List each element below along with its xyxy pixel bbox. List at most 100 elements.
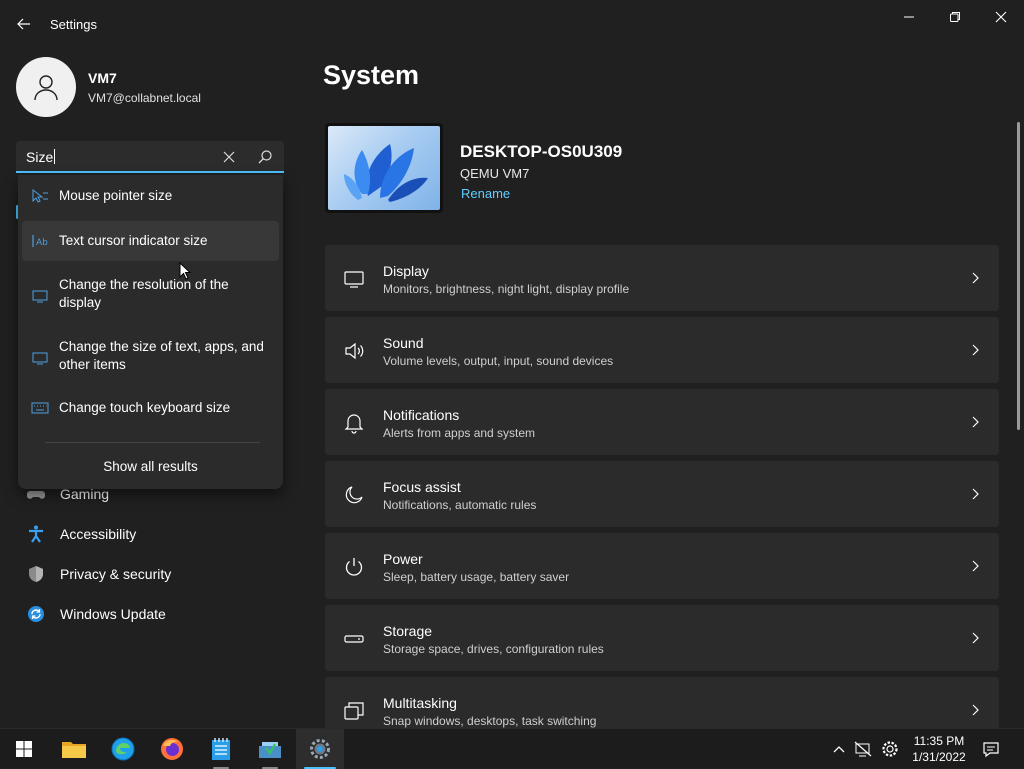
clear-icon[interactable] — [221, 149, 237, 165]
user-profile[interactable]: VM7 VM7@collabnet.local — [16, 57, 201, 117]
show-all-results-link[interactable]: Show all results — [18, 459, 283, 474]
sidebar-item-accessibility[interactable]: Accessibility — [26, 522, 136, 546]
chevron-right-icon — [969, 271, 981, 285]
suggestion-text-cursor-size[interactable]: Ab Text cursor indicator size — [22, 221, 279, 261]
bell-icon — [343, 412, 365, 434]
taskbar-clock[interactable]: 11:35 PM 1/31/2022 — [905, 733, 973, 765]
settings-icon — [310, 739, 330, 759]
card-multitasking[interactable]: Multitasking Snap windows, desktops, tas… — [325, 677, 999, 728]
clock-date: 1/31/2022 — [912, 750, 966, 764]
speaker-icon — [343, 340, 365, 362]
title-bar: Settings — [0, 0, 1024, 48]
shield-icon — [26, 564, 46, 584]
card-title: Sound — [383, 335, 424, 351]
card-notifications[interactable]: Notifications Alerts from apps and syste… — [325, 389, 999, 455]
chevron-right-icon — [969, 559, 981, 573]
windows-update-icon — [26, 604, 46, 624]
card-title: Focus assist — [383, 479, 461, 495]
chevron-right-icon — [969, 343, 981, 357]
firefox-icon — [161, 738, 183, 760]
page-title: System — [323, 60, 420, 90]
back-arrow-icon[interactable] — [14, 14, 34, 34]
restore-button[interactable] — [932, 6, 978, 28]
card-subtitle: Notifications, automatic rules — [383, 498, 537, 512]
gear-icon[interactable] — [880, 739, 900, 759]
profile-name: VM7 — [88, 69, 117, 86]
settings-taskbar-button[interactable] — [296, 729, 344, 769]
chevron-right-icon — [969, 631, 981, 645]
file-explorer-icon — [62, 742, 86, 758]
keyboard-icon — [31, 401, 49, 415]
search-input[interactable]: Size — [16, 141, 284, 173]
app-title: Settings — [50, 17, 97, 32]
card-title: Storage — [383, 623, 433, 639]
chevron-right-icon — [969, 415, 981, 429]
sidebar-item-label: Windows Update — [60, 606, 166, 622]
suggestion-divider — [45, 442, 260, 443]
sidebar-item-windows-update[interactable]: Windows Update — [26, 602, 166, 626]
text-cursor-icon: Ab — [31, 234, 49, 248]
suggestion-label: Change the resolution of the display — [59, 277, 229, 310]
edge-button[interactable] — [99, 729, 147, 769]
settings-window: Settings VM7 VM7@collabnet.local Size Mo… — [0, 0, 1024, 728]
edge-icon — [111, 737, 135, 761]
suggestion-touch-keyboard-size[interactable]: Change touch keyboard size — [22, 389, 279, 427]
installer-button[interactable] — [246, 729, 294, 769]
card-focus-assist[interactable]: Focus assist Notifications, automatic ru… — [325, 461, 999, 527]
network-disconnected-icon[interactable] — [853, 739, 873, 759]
person-icon — [34, 75, 58, 101]
suggestion-label: Text cursor indicator size — [59, 233, 208, 248]
firefox-button[interactable] — [148, 729, 196, 769]
display-icon — [343, 268, 365, 290]
card-subtitle: Monitors, brightness, night light, displ… — [383, 282, 630, 296]
suggestion-label: Change touch keyboard size — [59, 400, 231, 415]
notepad-button[interactable] — [197, 729, 245, 769]
notification-center-icon[interactable] — [981, 739, 1001, 759]
chevron-right-icon — [969, 703, 981, 717]
rename-link[interactable]: Rename — [461, 186, 510, 201]
display-icon — [31, 351, 49, 365]
windows-bloom-wallpaper — [328, 126, 440, 210]
show-hidden-icons-chevron-up-icon[interactable] — [829, 739, 849, 759]
start-icon — [16, 741, 32, 757]
search-input-value: Size — [26, 149, 54, 165]
sidebar-item-label: Accessibility — [60, 526, 137, 542]
clock-time: 11:35 PM — [913, 734, 965, 748]
sidebar-item-label: Privacy & security — [60, 566, 172, 582]
mouse-pointer-icon — [31, 188, 49, 203]
suggestion-display-resolution[interactable]: Change the resolution of the display — [22, 265, 279, 321]
avatar — [16, 57, 76, 117]
multitasking-icon — [343, 700, 365, 722]
card-title: Display — [383, 263, 429, 279]
card-title: Notifications — [383, 407, 460, 423]
card-subtitle: Sleep, battery usage, battery saver — [383, 570, 570, 584]
display-icon — [31, 289, 49, 303]
sidebar-item-privacy-security[interactable]: Privacy & security — [26, 562, 171, 586]
notepad-icon — [212, 738, 230, 760]
suggestion-text-apps-size[interactable]: Change the size of text, apps, and other… — [22, 327, 279, 383]
device-thumbnail — [325, 123, 443, 213]
moon-icon — [343, 484, 365, 506]
card-storage[interactable]: Storage Storage space, drives, configura… — [325, 605, 999, 671]
search-icon[interactable] — [256, 148, 274, 166]
suggestion-mouse-pointer-size[interactable]: Mouse pointer size — [22, 177, 279, 215]
mouse-cursor-icon — [179, 261, 192, 285]
card-title: Multitasking — [383, 695, 457, 711]
start-button[interactable] — [0, 729, 48, 769]
card-power[interactable]: Power Sleep, battery usage, battery save… — [325, 533, 999, 599]
card-subtitle: Alerts from apps and system — [383, 426, 536, 440]
taskbar: 11:35 PM 1/31/2022 — [0, 728, 1024, 769]
card-subtitle: Volume levels, output, input, sound devi… — [383, 354, 614, 368]
device-model: QEMU VM7 — [460, 166, 530, 181]
minimize-button[interactable] — [886, 6, 932, 28]
scrollbar[interactable] — [1017, 122, 1020, 430]
suggestion-label: Change the size of text, apps, and other… — [59, 339, 264, 372]
close-button[interactable] — [978, 6, 1024, 28]
card-subtitle: Storage space, drives, configuration rul… — [383, 642, 604, 656]
suggestion-label: Mouse pointer size — [59, 188, 173, 203]
card-display[interactable]: Display Monitors, brightness, night ligh… — [325, 245, 999, 311]
search-suggestions: Mouse pointer size Ab Text cursor indica… — [18, 175, 283, 489]
accessibility-icon — [26, 524, 46, 544]
file-explorer-button[interactable] — [50, 729, 98, 769]
card-sound[interactable]: Sound Volume levels, output, input, soun… — [325, 317, 999, 383]
